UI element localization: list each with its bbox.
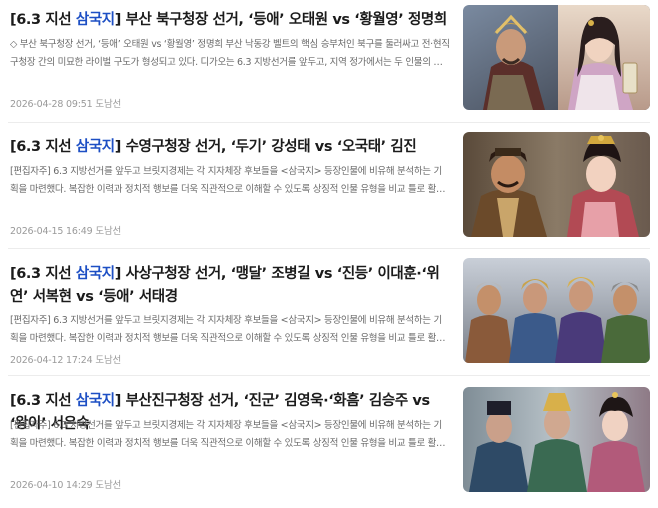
- article-meta: 2026-04-10 14:29 도남선: [10, 477, 121, 491]
- article-summary: ◇ 부산 북구청장 선거, ‘등애’ 오태원 vs ‘황월영’ 정명희 부산 낙…: [10, 39, 450, 68]
- article-author: 도남선: [95, 99, 122, 110]
- article-meta: 2026-04-15 16:49 도남선: [10, 223, 121, 237]
- divider: [8, 375, 650, 376]
- article-date: 2026-04-10 14:29: [10, 480, 93, 491]
- three-figures-thumbnail-icon[interactable]: [463, 387, 650, 492]
- article-summary: [편집자주] 6.3 지방선거를 앞두고 브릿지경제는 각 지자체장 후보들을 …: [10, 315, 445, 344]
- four-warriors-thumbnail-icon[interactable]: [463, 258, 650, 363]
- article-date: 2026-04-15 16:49: [10, 226, 93, 237]
- two-portraits-thumbnail-icon[interactable]: [463, 5, 650, 110]
- list-item[interactable]: [6.3 지선 삼국지] 사상구청장 선거, ‘맹달’ 조병길 vs ‘진등’ …: [0, 254, 658, 381]
- list-item[interactable]: [6.3 지선 삼국지] 부산진구청장 선거, ‘진군’ 김영욱·‘화흠’ 김승…: [0, 381, 658, 508]
- article-meta: 2026-04-12 17:24 도남선: [10, 352, 121, 366]
- article-summary: [편집자주] 6.3 지방선거를 앞두고 브릿지경제는 각 지자체장 후보들을 …: [10, 166, 445, 195]
- article-title[interactable]: [6.3 지선 삼국지] 수영구청장 선거, ‘두기’ 강성태 vs ‘오국태’…: [10, 136, 450, 159]
- article-author: 도남선: [95, 226, 122, 237]
- article-title[interactable]: [6.3 지선 삼국지] 부산 북구청장 선거, ‘등애’ 오태원 vs ‘황월…: [10, 9, 450, 32]
- article-title[interactable]: [6.3 지선 삼국지] 사상구청장 선거, ‘맹달’ 조병길 vs ‘진등’ …: [10, 263, 450, 309]
- divider: [8, 248, 650, 249]
- list-item[interactable]: [6.3 지선 삼국지] 부산 북구청장 선거, ‘등애’ 오태원 vs ‘황월…: [0, 0, 658, 127]
- article-author: 도남선: [95, 480, 122, 491]
- list-item[interactable]: [6.3 지선 삼국지] 수영구청장 선거, ‘두기’ 강성태 vs ‘오국태’…: [0, 127, 658, 254]
- article-meta: 2026-04-28 09:51 도남선: [10, 96, 121, 110]
- article-date: 2026-04-12 17:24: [10, 355, 93, 366]
- two-portraits-thumbnail-icon[interactable]: [463, 132, 650, 237]
- article-date: 2026-04-28 09:51: [10, 99, 93, 110]
- article-author: 도남선: [95, 355, 122, 366]
- article-list: [6.3 지선 삼국지] 부산 북구청장 선거, ‘등애’ 오태원 vs ‘황월…: [0, 0, 658, 501]
- divider: [8, 122, 650, 123]
- article-summary: [편집자주] 6.3 지방선거를 앞두고 브릿지경제는 각 지자체장 후보들을 …: [10, 420, 445, 449]
